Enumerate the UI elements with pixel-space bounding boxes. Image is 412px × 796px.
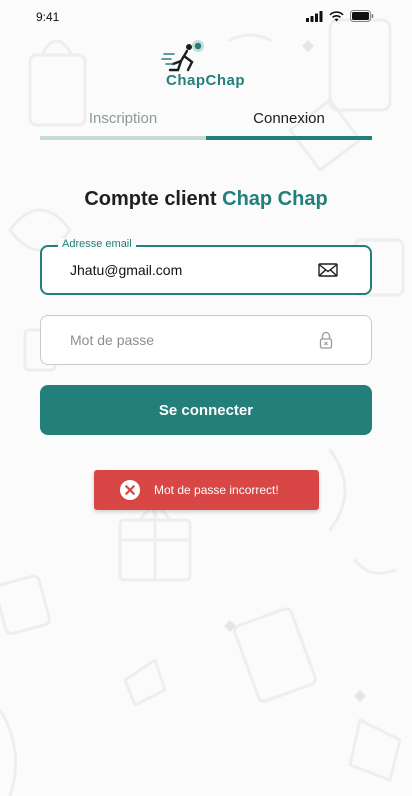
close-circle-icon[interactable] (120, 480, 140, 500)
mail-icon (318, 263, 338, 277)
tab-inscription[interactable]: Inscription (40, 110, 206, 138)
logo-text: ChapChap (166, 72, 245, 89)
tab-connexion-indicator (206, 136, 372, 140)
error-toast: Mot de passe incorrect! (94, 470, 319, 510)
error-toast-message: Mot de passe incorrect! (154, 483, 279, 497)
wifi-icon (329, 10, 344, 21)
battery-icon (350, 10, 374, 22)
login-button[interactable]: Se connecter (40, 385, 372, 435)
email-field-value[interactable]: Jhatu@gmail.com (70, 262, 182, 278)
email-field[interactable]: Adresse email Jhatu@gmail.com (40, 238, 372, 295)
page-title-prefix: Compte client (84, 188, 217, 210)
tab-connexion[interactable]: Connexion (206, 110, 372, 138)
lock-icon (319, 331, 333, 349)
page-title: Compte client Chap Chap (0, 188, 412, 211)
signal-icon (306, 10, 323, 22)
page-title-brand: Chap Chap (222, 188, 328, 210)
tab-inscription-indicator (40, 136, 206, 140)
auth-tabs: Inscription Connexion (40, 110, 372, 142)
status-time: 9:41 (36, 10, 60, 24)
email-field-label: Adresse email (58, 238, 136, 250)
password-field[interactable]: Mot de passe (40, 315, 372, 365)
status-icons (306, 10, 374, 22)
password-field-placeholder: Mot de passe (70, 332, 155, 348)
status-bar: 9:41 (0, 0, 412, 36)
